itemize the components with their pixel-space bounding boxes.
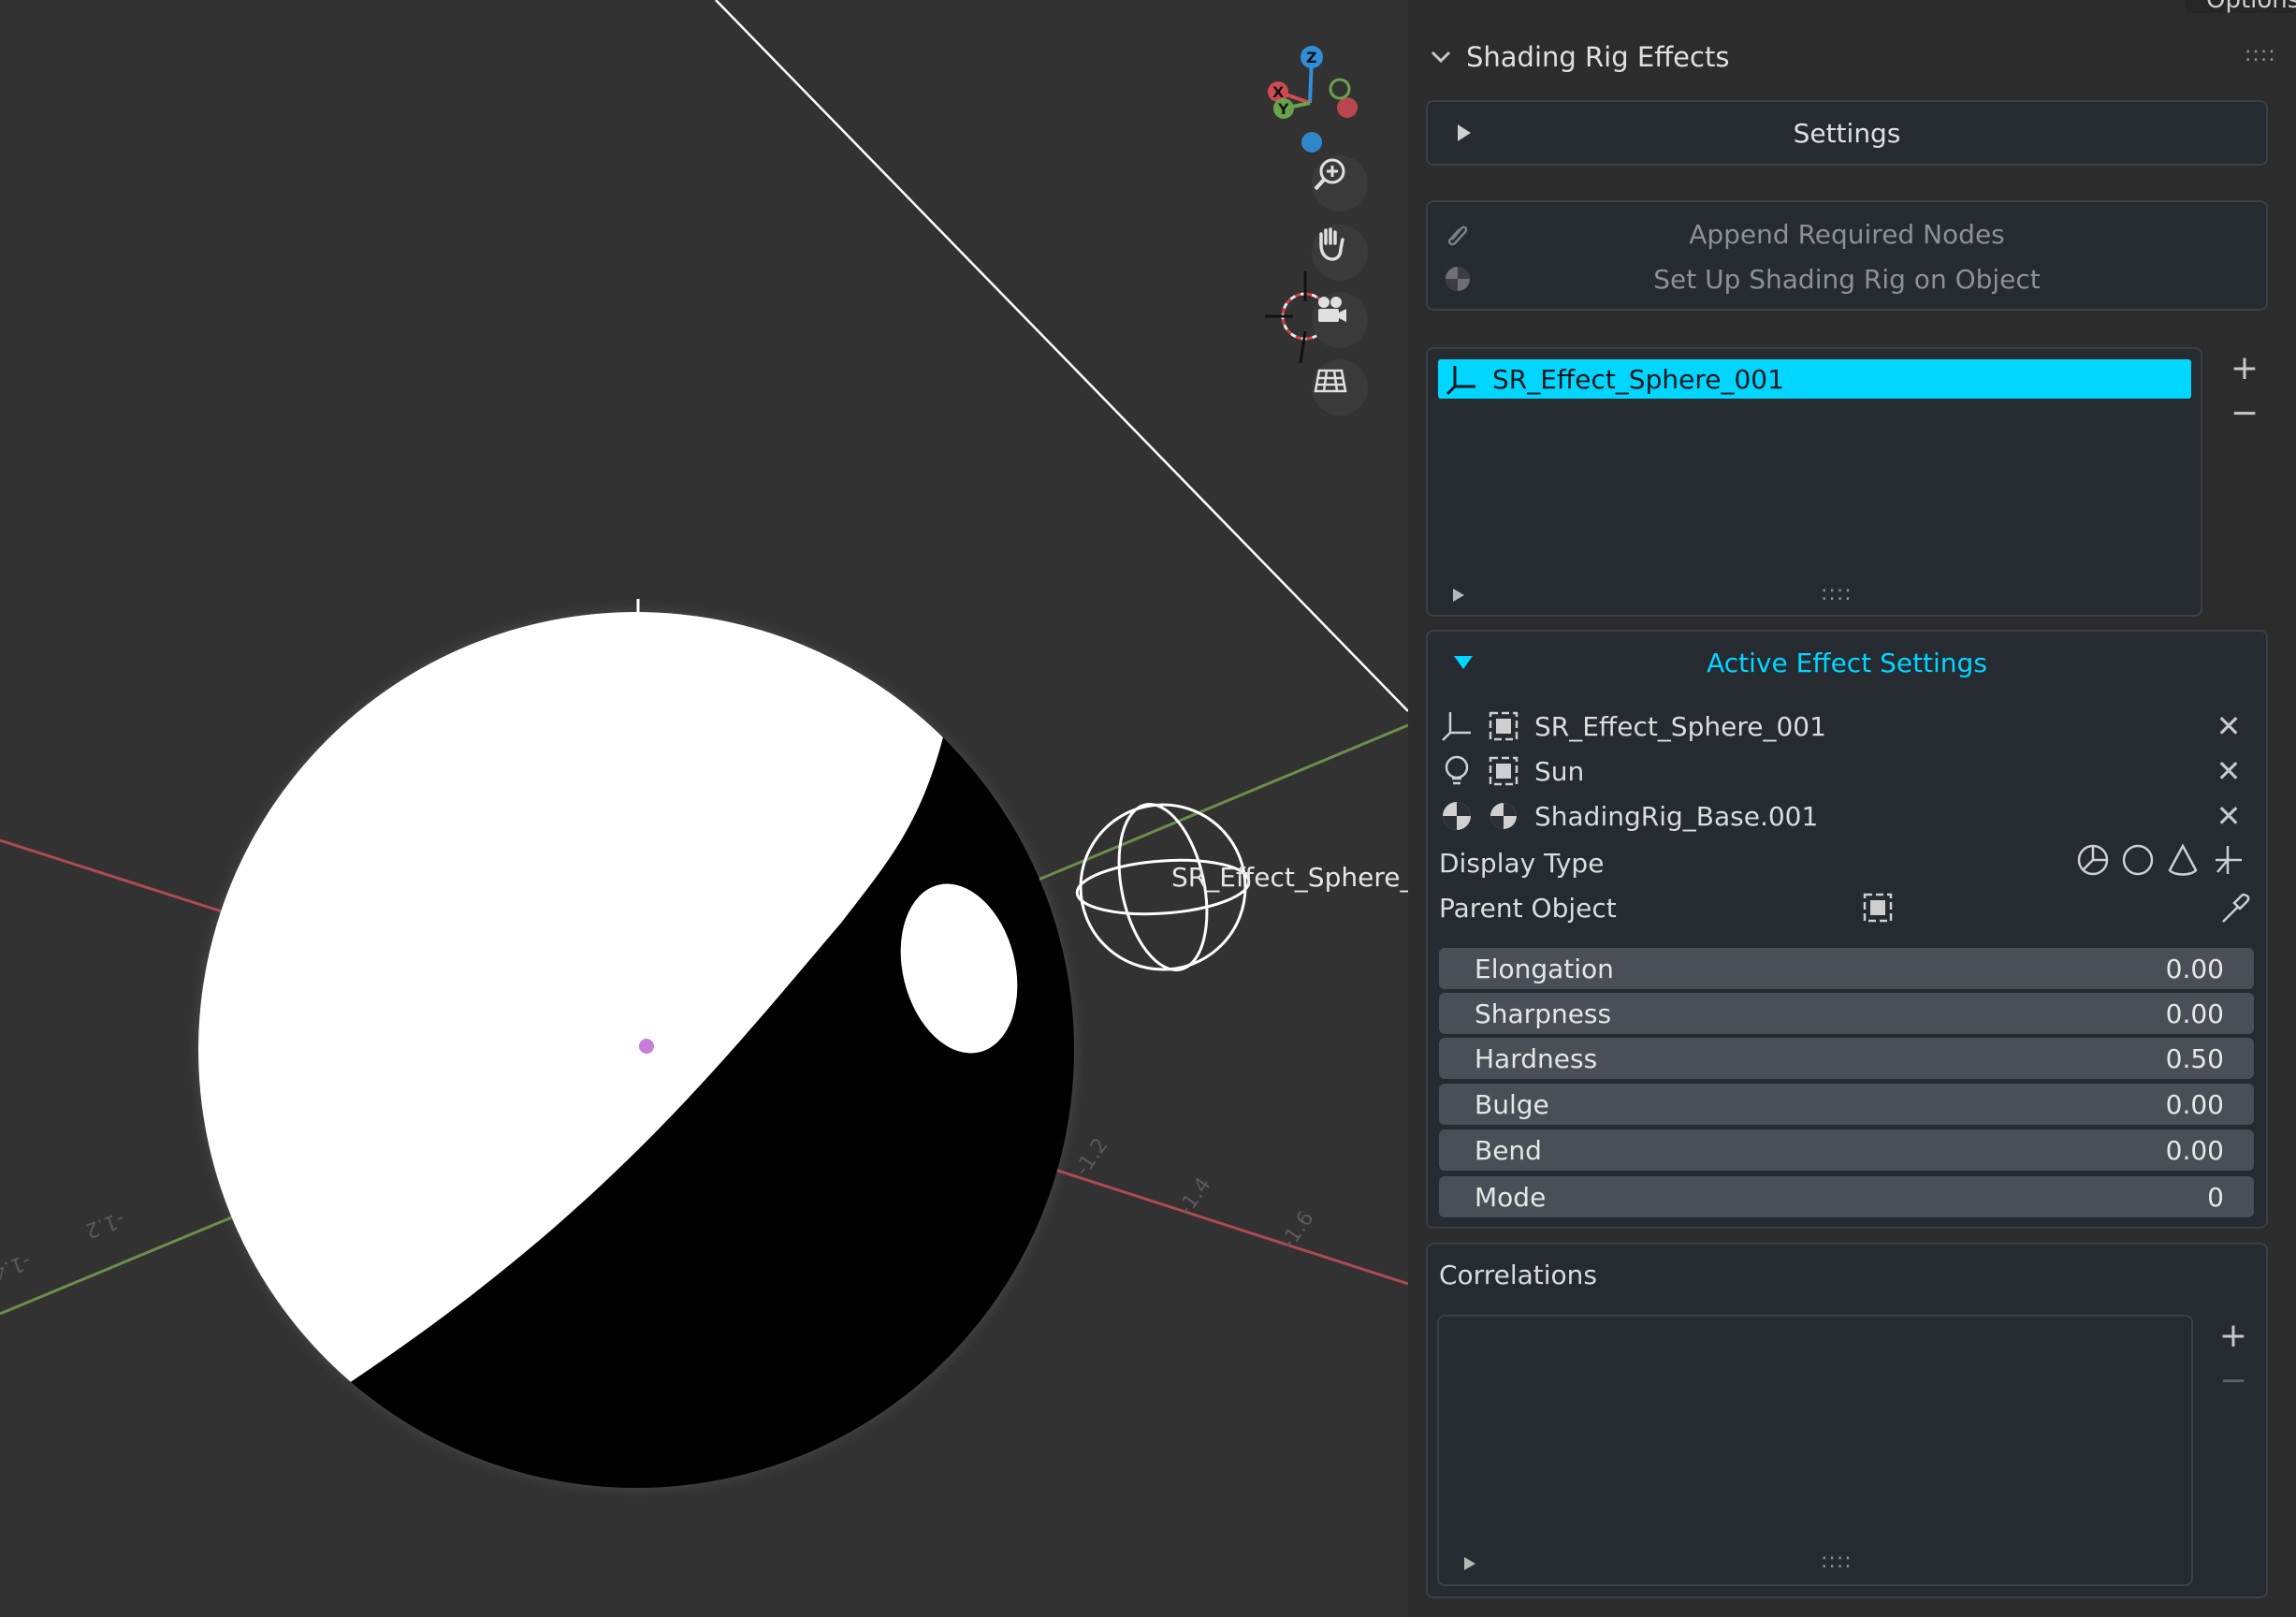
add-correlation-button[interactable]: + (2212, 1314, 2255, 1357)
navigation-gizmo: Z X Y (1268, 46, 1358, 153)
close-icon[interactable]: ✕ (2210, 752, 2247, 790)
options-tab[interactable]: Options (2186, 0, 2296, 13)
display-axes-icon[interactable] (2075, 842, 2111, 878)
display-circle-icon[interactable] (2120, 842, 2156, 878)
svg-text:-1.2: -1.2 (82, 1206, 128, 1242)
drag-grip-icon[interactable]: :::: (2245, 43, 2276, 66)
material-icon (1443, 802, 1471, 830)
hand-icon[interactable] (1312, 225, 1368, 281)
effect-row-light[interactable]: Sun (1439, 750, 2253, 792)
paperclip-icon (1447, 226, 1468, 246)
hardness-slider[interactable]: Hardness 0.50 (1439, 1038, 2254, 1079)
chevron-down-icon[interactable] (1427, 43, 1455, 71)
eyedropper-icon[interactable] (2217, 890, 2253, 925)
triangle-down-icon (1454, 656, 1473, 669)
svg-text:-1.4: -1.4 (0, 1248, 34, 1284)
bulge-slider[interactable]: Bulge 0.00 (1439, 1084, 2254, 1125)
light-direction-line (715, 0, 1408, 712)
light-bulb-icon (1445, 755, 1469, 785)
object-select-icon[interactable] (1486, 708, 1521, 744)
svg-text:-1.4: -1.4 (1173, 1173, 1215, 1220)
list-resize-grip-icon[interactable]: :::: (1821, 582, 1853, 605)
display-type-selector[interactable] (2075, 842, 2245, 878)
panel-title: Shading Rig Effects (1466, 41, 1730, 73)
grid-icon[interactable] (1312, 359, 1368, 415)
elongation-slider[interactable]: Elongation 0.00 (1439, 948, 2254, 989)
settings-header[interactable]: Settings (1426, 100, 2268, 166)
effect-row-empty[interactable]: SR_Effect_Sphere_001 (1439, 706, 2253, 747)
origin-point (639, 1039, 654, 1054)
active-effect-title: Active Effect Settings (1707, 647, 1987, 678)
close-icon[interactable]: ✕ (2210, 797, 2247, 835)
svg-text:Y: Y (1277, 100, 1289, 118)
correlations-list[interactable] (1437, 1315, 2193, 1586)
camera-icon[interactable] (1312, 292, 1368, 348)
parent-object-label: Parent Object (1439, 893, 1617, 924)
material-icon (1446, 267, 1470, 291)
display-type-label: Display Type (1439, 848, 1605, 879)
settings-label: Settings (1793, 117, 1901, 149)
3d-viewport[interactable]: -1.2 -1.4 -1.6 -1.4 -1.2 Z X Y SR_Effect… (0, 0, 1408, 1617)
list-resize-grip-icon[interactable]: :::: (1821, 1550, 1853, 1573)
mode-field[interactable]: Mode 0 (1439, 1176, 2254, 1217)
svg-text:Z: Z (1306, 49, 1317, 66)
add-effect-button[interactable]: + (2223, 346, 2266, 389)
parent-object-field[interactable] (1860, 885, 2253, 930)
triangle-right-icon (1458, 124, 1471, 141)
svg-text:X: X (1272, 83, 1285, 101)
y-axis-line-right (1038, 723, 1408, 881)
effect-row-material[interactable]: ShadingRig_Base.001 (1439, 795, 2253, 837)
object-select-icon[interactable] (1486, 753, 1521, 789)
append-required-nodes-button[interactable]: Append Required Nodes (1430, 211, 2264, 256)
material-select-icon[interactable] (1486, 798, 1521, 834)
active-effect-header[interactable]: Active Effect Settings (1426, 636, 2268, 689)
display-cone-icon[interactable] (2165, 842, 2201, 878)
empty-axes-icon (1446, 366, 1475, 396)
x-axis-line-left (0, 838, 225, 914)
object-name-label: SR_Effect_Sphere_0 (1171, 862, 1408, 893)
bend-slider[interactable]: Bend 0.00 (1439, 1129, 2254, 1171)
triangle-right-icon[interactable] (1450, 587, 1467, 604)
correlations-title: Correlations (1439, 1260, 1597, 1290)
list-item[interactable]: SR_Effect_Sphere_001 (1438, 359, 2191, 399)
setup-shading-rig-button[interactable]: Set Up Shading Rig on Object (1430, 256, 2264, 301)
close-icon[interactable]: ✕ (2210, 707, 2247, 745)
remove-effect-button[interactable]: − (2223, 391, 2266, 434)
display-plain-axes-icon[interactable] (2210, 842, 2245, 878)
empty-axes-icon (1442, 712, 1471, 741)
sharpness-slider[interactable]: Sharpness 0.00 (1439, 993, 2254, 1034)
svg-text:-1.6: -1.6 (1276, 1207, 1318, 1254)
viewport-scene: -1.2 -1.4 -1.6 -1.4 -1.2 Z X Y (0, 0, 1408, 1501)
remove-correlation-button[interactable]: − (2212, 1359, 2255, 1402)
zoom-icon[interactable] (1312, 155, 1368, 211)
triangle-right-icon[interactable] (1461, 1555, 1478, 1572)
object-select-icon (1863, 893, 1893, 923)
panel-header[interactable]: Shading Rig Effects :::: (1408, 26, 2296, 88)
